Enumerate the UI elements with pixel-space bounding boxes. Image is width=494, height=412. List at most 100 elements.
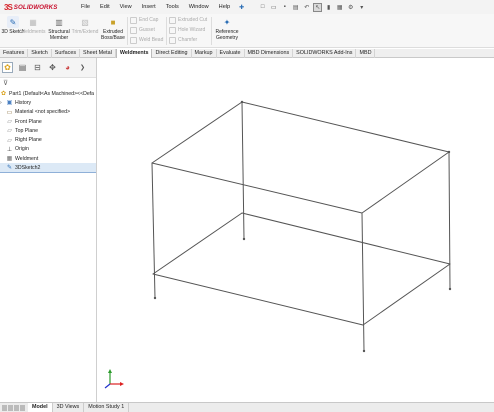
tree-item-3dsketch2[interactable]: ✎ 3DSketch2 [0, 163, 96, 173]
tree-item-top-plane[interactable]: ▱ Top Plane [0, 126, 96, 135]
tree-item-right-plane[interactable]: ▱ Right Plane [0, 135, 96, 144]
tree-item-front-plane[interactable]: ▱ Front Plane [0, 117, 96, 126]
structural-member-label: Structural Member [48, 29, 70, 41]
menu-insert[interactable]: Insert [137, 4, 161, 10]
display-manager-tab-icon[interactable]: ◕ [62, 62, 73, 73]
options-dropdown-icon[interactable]: ▾ [357, 3, 366, 12]
frame-endpoint [242, 237, 246, 241]
end-cap-icon [130, 16, 137, 24]
filter-icon[interactable]: ⊽ [0, 78, 96, 88]
command-manager-tabs: Features Sketch Surfaces Sheet Metal Wel… [0, 49, 494, 58]
weldments-label: Weldments [20, 29, 46, 35]
3d-sketch-icon: ✎ [6, 165, 13, 172]
chamfer-button[interactable]: Chamfer [169, 36, 207, 44]
frame-endpoint [153, 296, 157, 300]
frame-edge [362, 263, 451, 326]
trim-extend-label: Trim/Extend [71, 29, 99, 35]
tree-item-history[interactable]: › ▣ History [0, 98, 96, 107]
last-tab-icon[interactable] [20, 404, 25, 411]
weld-bead-button[interactable]: Weld Bead [130, 36, 163, 44]
frame-edge [241, 212, 451, 265]
frame-edge [151, 101, 243, 164]
tab-direct-editing[interactable]: Direct Editing [152, 49, 192, 58]
menu-edit[interactable]: Edit [95, 4, 115, 10]
tab-motion-study-1[interactable]: Motion Study 1 [84, 402, 130, 412]
3d-sketch-frame[interactable] [98, 58, 494, 402]
command-manager: ✎ 3D Sketch ▦ Weldments ▥ Structural Mem… [0, 14, 494, 48]
prev-tab-icon[interactable] [8, 404, 13, 411]
feature-manager-panel: ✿ ▤ ⊟ ✥ ◕ ❯ ⊽ ✿ Part1 (Default<As Machin… [0, 58, 97, 402]
menu-file[interactable]: File [76, 4, 95, 10]
open-icon[interactable]: ▭ [269, 3, 278, 12]
solidworks-logo[interactable]: 3S SOLIDWORKS [4, 3, 66, 12]
tab-3d-views[interactable]: 3D Views [53, 402, 85, 412]
tab-solidworks-add-ins[interactable]: SOLIDWORKS Add-Ins [293, 49, 357, 58]
frame-leg [151, 162, 156, 299]
tree-item-weldment[interactable]: ▦ Weldment [0, 154, 96, 163]
panel-expand-icon[interactable]: ❯ [77, 62, 88, 73]
panel-tabs: ✿ ▤ ⊟ ✥ ◕ ❯ [0, 58, 96, 78]
property-manager-tab-icon[interactable]: ▤ [17, 62, 28, 73]
menu-window[interactable]: Window [184, 4, 214, 10]
tab-surfaces[interactable]: Surfaces [52, 49, 81, 58]
gusset-button[interactable]: Gusset [130, 26, 163, 34]
hole-wizard-icon [169, 26, 176, 34]
part-icon: ✿ [0, 91, 7, 98]
select-icon[interactable]: ↖ [313, 2, 323, 12]
tree-root-part[interactable]: ✿ Part1 (Default<As Machined><<Defa [0, 89, 96, 98]
menu-help[interactable]: Help [214, 4, 236, 10]
frame-edge [241, 101, 450, 153]
tab-mbd-dimensions[interactable]: MBD Dimensions [245, 49, 294, 58]
hole-wizard-button[interactable]: Hole Wizard [169, 26, 207, 34]
print-icon[interactable]: ▤ [291, 3, 300, 12]
feature-tree: ✿ Part1 (Default<As Machined><<Defa › ▣ … [0, 88, 96, 173]
menu-bar: File Edit View Insert Tools Window Help [76, 4, 235, 10]
undo-icon[interactable]: ↶ [302, 3, 311, 12]
configuration-manager-tab-icon[interactable]: ⊟ [32, 62, 43, 73]
save-icon[interactable]: ▪ [280, 3, 289, 12]
weldments-button[interactable]: ▦ Weldments [20, 16, 46, 36]
extruded-cut-button[interactable]: Extruded Cut [169, 16, 207, 24]
menu-tools[interactable]: Tools [161, 4, 184, 10]
menu-view[interactable]: View [115, 4, 137, 10]
first-tab-icon[interactable] [2, 404, 7, 411]
tab-mbd[interactable]: MBD [356, 49, 376, 58]
weldments-icon: ▦ [29, 17, 37, 27]
tree-item-origin[interactable]: ⊥ Origin [0, 145, 96, 154]
tab-sheet-metal[interactable]: Sheet Metal [80, 49, 116, 58]
options-gear-icon[interactable]: ⚙ [346, 3, 355, 12]
feature-manager-tab-icon[interactable]: ✿ [2, 62, 13, 73]
tab-evaluate[interactable]: Evaluate [217, 49, 245, 58]
tab-sketch[interactable]: Sketch [28, 49, 52, 58]
tree-item-label: Material <not specified> [15, 109, 71, 116]
quick-access-toolbar: □ ▭ ▪ ▤ ↶ ↖ ▮ ▦ ⚙ ▾ [258, 2, 366, 12]
file-properties-icon[interactable]: ▦ [335, 3, 344, 12]
reference-geometry-button[interactable]: ✦ Reference Geometry [212, 16, 242, 42]
plane-icon: ▱ [7, 128, 12, 135]
next-tab-icon[interactable] [14, 404, 19, 411]
bottom-tab-bar: Model 3D Views Motion Study 1 [0, 402, 494, 412]
extruded-boss-button[interactable]: ■ Extruded Boss/Base [100, 16, 126, 42]
extruded-boss-label: Extruded Boss/Base [101, 29, 125, 41]
tab-weldments[interactable]: Weldments [115, 49, 153, 58]
tab-model[interactable]: Model [28, 402, 53, 412]
dimxpert-tab-icon[interactable]: ✥ [47, 62, 58, 73]
structural-member-button[interactable]: ▥ Structural Member [46, 16, 72, 42]
end-cap-label: End Cap [139, 17, 159, 23]
reference-geometry-label: Reference Geometry [215, 29, 239, 41]
tree-item-label: Front Plane [15, 118, 42, 125]
trim-extend-button[interactable]: ▧ Trim/Extend [71, 16, 99, 36]
tab-markup[interactable]: Markup [192, 49, 217, 58]
tree-item-material[interactable]: ▭ Material <not specified> [0, 108, 96, 117]
end-cap-button[interactable]: End Cap [130, 16, 163, 24]
new-document-icon[interactable]: □ [258, 3, 267, 12]
reference-geometry-icon: ✦ [223, 17, 231, 27]
rebuild-icon[interactable]: ▮ [324, 3, 333, 12]
tab-features[interactable]: Features [0, 49, 29, 58]
weldment-tools-column: End Cap Gusset Weld Bead [130, 16, 163, 44]
tab-scroll-arrows[interactable] [0, 404, 28, 411]
extruded-cut-label: Extruded Cut [178, 17, 208, 23]
extruded-cut-icon [169, 16, 176, 24]
pin-icon[interactable]: ✚ [239, 4, 244, 11]
graphics-area[interactable] [98, 58, 494, 402]
